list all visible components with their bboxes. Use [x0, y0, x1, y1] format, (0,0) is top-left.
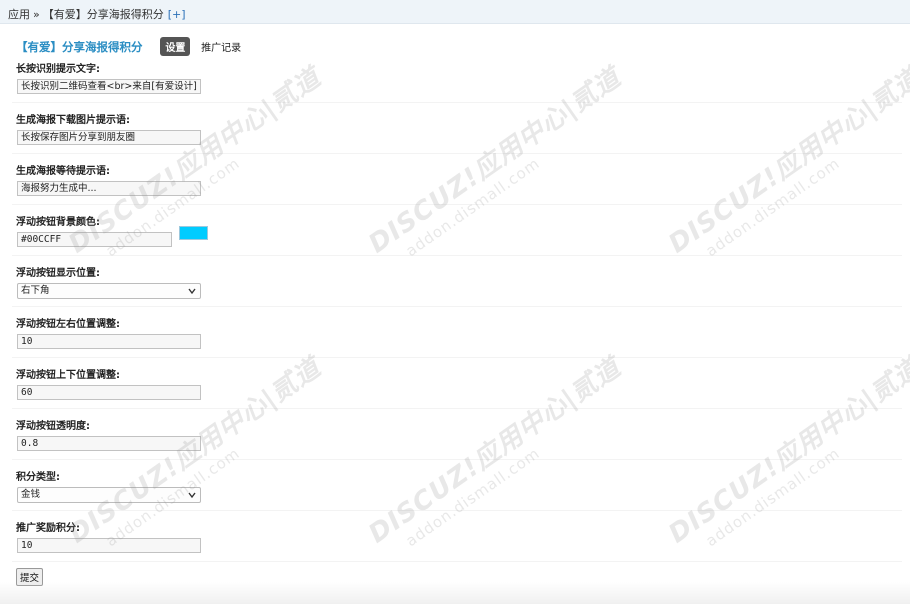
breadcrumb-add-link[interactable]: [+]: [168, 8, 186, 21]
float-bg-color-input[interactable]: #00CCFF: [17, 232, 172, 247]
float-position-select[interactable]: 右下角: [17, 283, 201, 299]
field-label: 长按识别提示文字:: [16, 64, 100, 75]
field-longpress-text: 长按识别提示文字: 长按识别二维码查看<br>来自[有爱设计]: [12, 62, 902, 103]
field-credit-type: 积分类型: 金钱: [12, 460, 902, 511]
reward-credits-input[interactable]: 10: [17, 538, 201, 553]
field-label: 浮动按钮显示位置:: [16, 268, 100, 279]
float-vertical-input[interactable]: 60: [17, 385, 201, 400]
field-float-bg-color: 浮动按钮背景颜色: #00CCFF: [12, 205, 902, 256]
float-horizontal-input[interactable]: 10: [17, 334, 201, 349]
settings-form: 长按识别提示文字: 长按识别二维码查看<br>来自[有爱设计] 生成海报下载图片…: [0, 62, 910, 604]
color-swatch[interactable]: [179, 226, 208, 240]
field-float-position: 浮动按钮显示位置: 右下角: [12, 256, 902, 307]
field-waiting-tip: 生成海报等待提示语: 海报努力生成中...: [12, 154, 902, 205]
field-label: 浮动按钮左右位置调整:: [16, 319, 120, 330]
float-position-value: 右下角: [21, 285, 50, 296]
breadcrumb-root[interactable]: 应用: [8, 8, 30, 21]
waiting-tip-input[interactable]: 海报努力生成中...: [17, 181, 201, 196]
download-tip-input[interactable]: 长按保存图片分享到朋友圈: [17, 130, 201, 145]
chevron-down-icon: [188, 492, 196, 499]
field-label: 推广奖励积分:: [16, 523, 80, 534]
field-label: 浮动按钮背景颜色:: [16, 217, 100, 228]
field-label: 浮动按钮透明度:: [16, 421, 90, 432]
float-opacity-input[interactable]: 0.8: [17, 436, 201, 451]
field-download-tip: 生成海报下载图片提示语: 长按保存图片分享到朋友圈: [12, 103, 902, 154]
field-float-horizontal: 浮动按钮左右位置调整: 10: [12, 307, 902, 358]
page-title: 【有爱】分享海报得积分: [16, 39, 143, 54]
tab-records[interactable]: 推广记录: [201, 39, 241, 54]
field-label: 生成海报等待提示语:: [16, 166, 110, 177]
credit-type-select[interactable]: 金钱: [17, 487, 201, 503]
field-label: 生成海报下载图片提示语:: [16, 115, 130, 126]
field-reward-credits: 推广奖励积分: 10: [12, 511, 902, 562]
breadcrumb-separator: »: [33, 8, 40, 21]
field-float-opacity: 浮动按钮透明度: 0.8: [12, 409, 902, 460]
chevron-down-icon: [188, 288, 196, 295]
credit-type-value: 金钱: [21, 489, 41, 500]
bottom-shadow: [0, 582, 910, 604]
field-label: 浮动按钮上下位置调整:: [16, 370, 120, 381]
longpress-text-input[interactable]: 长按识别二维码查看<br>来自[有爱设计]: [17, 79, 201, 94]
page-header: 【有爱】分享海报得积分 设置 推广记录: [0, 24, 910, 62]
breadcrumb-current: 【有爱】分享海报得积分: [42, 8, 164, 21]
field-float-vertical: 浮动按钮上下位置调整: 60: [12, 358, 902, 409]
settings-scroll-area[interactable]: 长按识别提示文字: 长按识别二维码查看<br>来自[有爱设计] 生成海报下载图片…: [0, 62, 910, 602]
tab-settings[interactable]: 设置: [160, 37, 191, 56]
breadcrumb: 应用» 【有爱】分享海报得积分 [+]: [0, 0, 910, 24]
field-label: 积分类型:: [16, 472, 60, 483]
